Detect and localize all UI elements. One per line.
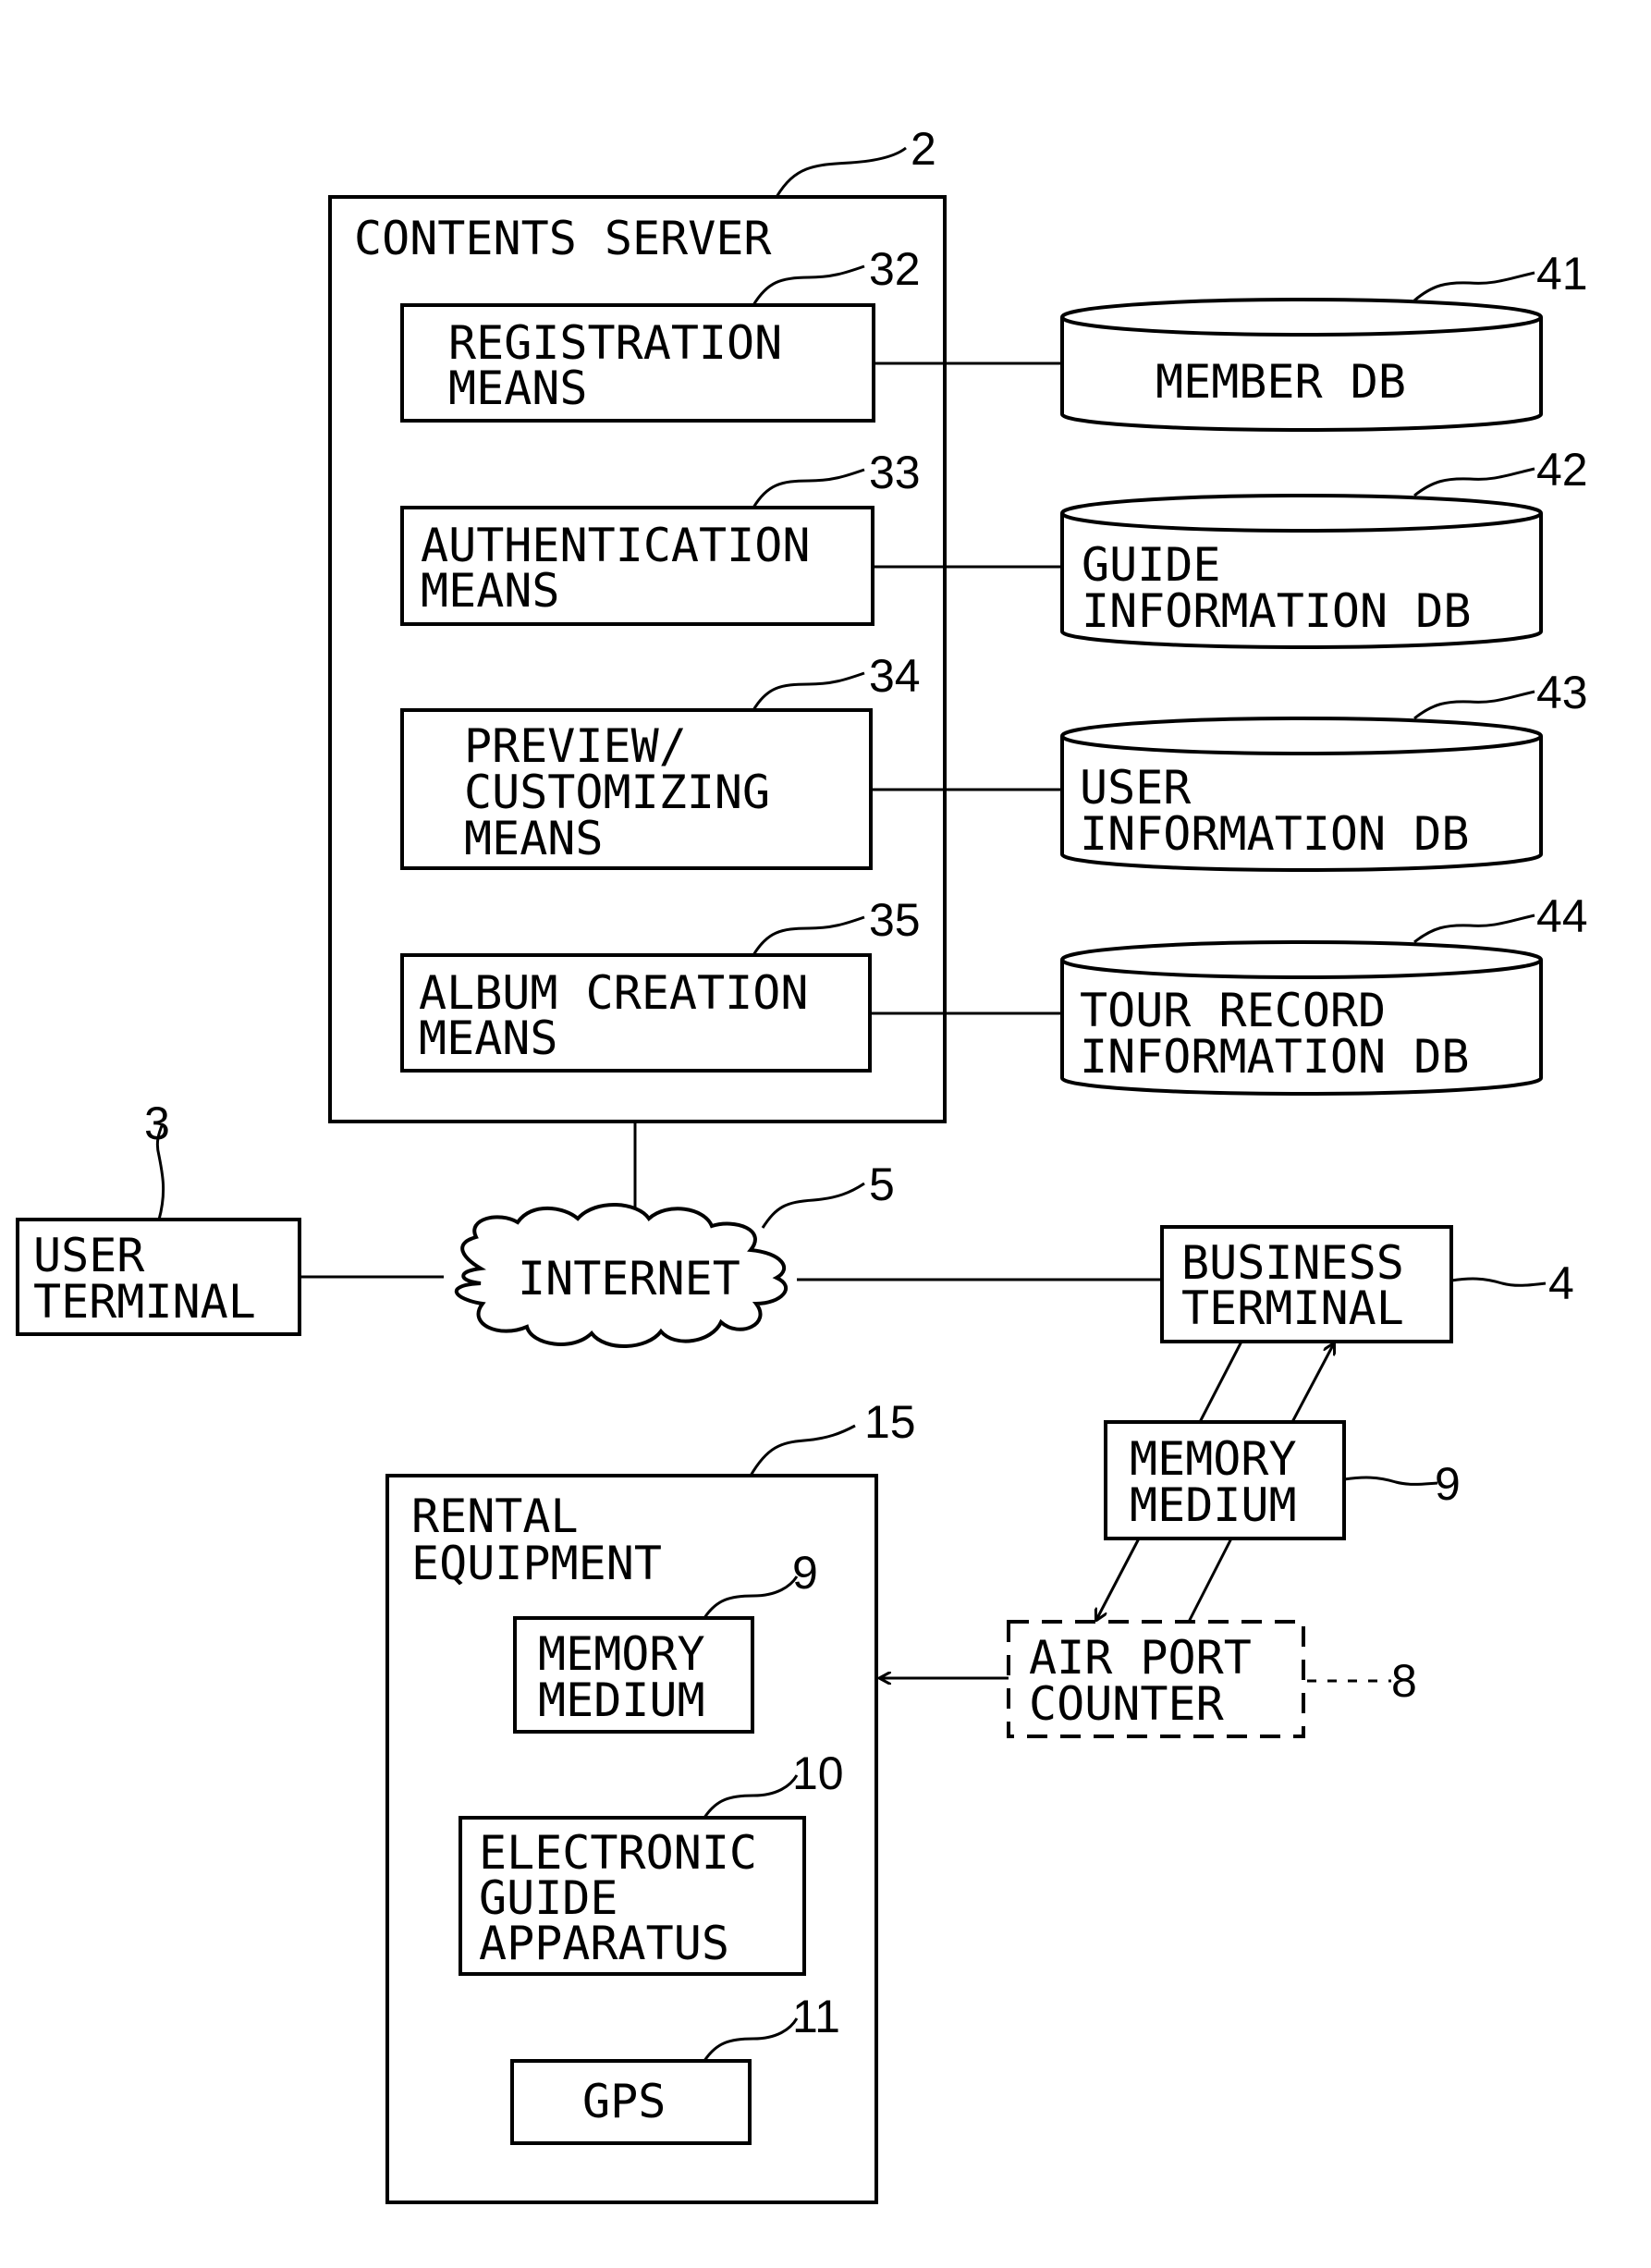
ref-label: 44 — [1536, 890, 1588, 942]
database-user-information: USER INFORMATION DB 43 — [1060, 667, 1588, 872]
ref-label: 9 — [1435, 1458, 1461, 1510]
internet-cloud: INTERNET 5 — [455, 1159, 895, 1348]
ref-label: 35 — [869, 894, 921, 946]
leader-line — [1343, 1476, 1438, 1486]
flow-arrow — [1290, 1343, 1334, 1423]
module-label-line: MEANS — [419, 1011, 558, 1065]
user-terminal-label-line: TERMINAL — [33, 1275, 256, 1329]
db-cylinder-top — [1060, 717, 1543, 755]
db-label-line: MEMBER DB — [1156, 355, 1406, 409]
leader-line — [1413, 271, 1535, 302]
ref-label: 42 — [1536, 444, 1588, 496]
ref-label: 15 — [864, 1396, 916, 1448]
database-member: MEMBER DB 41 — [1060, 248, 1588, 432]
rental-equipment-label-line: RENTAL — [411, 1490, 579, 1543]
ref-label: 8 — [1391, 1655, 1417, 1707]
memory-medium-label-line: MEDIUM — [1130, 1478, 1297, 1532]
contents-server-title: CONTENTS SERVER — [354, 212, 772, 265]
airport-counter: AIR PORT COUNTER 8 — [1007, 1620, 1417, 1738]
ref-label: 33 — [869, 447, 921, 498]
gps-label: GPS — [582, 2075, 666, 2128]
flow-line — [1198, 1341, 1243, 1423]
business-terminal: BUSINESS TERMINAL 4 — [1160, 1225, 1574, 1343]
ref-label: 9 — [792, 1547, 818, 1599]
ref-label: 11 — [792, 1991, 840, 2042]
system-diagram: CONTENTS SERVER 2 REGISTRATION MEANS 32 … — [16, 123, 1588, 2204]
ref-label: 41 — [1536, 248, 1588, 300]
rental-equipment-label-line: EQUIPMENT — [411, 1537, 662, 1590]
leader-line — [1413, 690, 1535, 720]
internet-label: INTERNET — [518, 1252, 740, 1306]
module-label-line: MEANS — [448, 362, 588, 415]
flow-line — [1187, 1538, 1233, 1623]
user-terminal: USER TERMINAL 3 — [16, 1097, 301, 1336]
business-terminal-label-line: TERMINAL — [1181, 1281, 1404, 1335]
db-cylinder-top — [1060, 940, 1543, 979]
leader-line — [1450, 1277, 1547, 1287]
ref-label: 5 — [869, 1159, 895, 1210]
db-cylinder-top — [1060, 494, 1543, 533]
ref-label: 43 — [1536, 667, 1588, 718]
database-guide-information: GUIDE INFORMATION DB 42 — [1060, 444, 1588, 649]
guide-apparatus-label-line: APPARATUS — [479, 1917, 729, 1970]
database-tour-record-information: TOUR RECORD INFORMATION DB 44 — [1060, 890, 1588, 1096]
leader-line — [1413, 913, 1535, 944]
ref-label: 3 — [144, 1097, 170, 1149]
db-label-line: INFORMATION DB — [1082, 584, 1471, 638]
module-label-line: MEANS — [421, 564, 560, 618]
db-label-line: INFORMATION DB — [1080, 1030, 1469, 1084]
memory-medium-label-line: MEDIUM — [538, 1673, 705, 1727]
ref-label: 34 — [869, 650, 921, 702]
leader-line — [1413, 467, 1535, 497]
module-label-line: MEANS — [464, 812, 604, 865]
ref-label: 32 — [869, 243, 921, 295]
db-cylinder-top — [1060, 298, 1543, 337]
flow-arrow — [1096, 1538, 1141, 1620]
leader-line — [761, 1182, 865, 1229]
ref-label: 10 — [792, 1747, 844, 1799]
db-label-line: INFORMATION DB — [1080, 807, 1469, 861]
airport-counter-label-line: COUNTER — [1029, 1677, 1225, 1731]
ref-label: 2 — [911, 123, 936, 175]
memory-medium-transfer: MEMORY MEDIUM 9 — [1104, 1420, 1461, 1540]
ref-label: 4 — [1548, 1257, 1574, 1309]
leader-line — [749, 1424, 856, 1477]
leader-line — [775, 146, 907, 198]
